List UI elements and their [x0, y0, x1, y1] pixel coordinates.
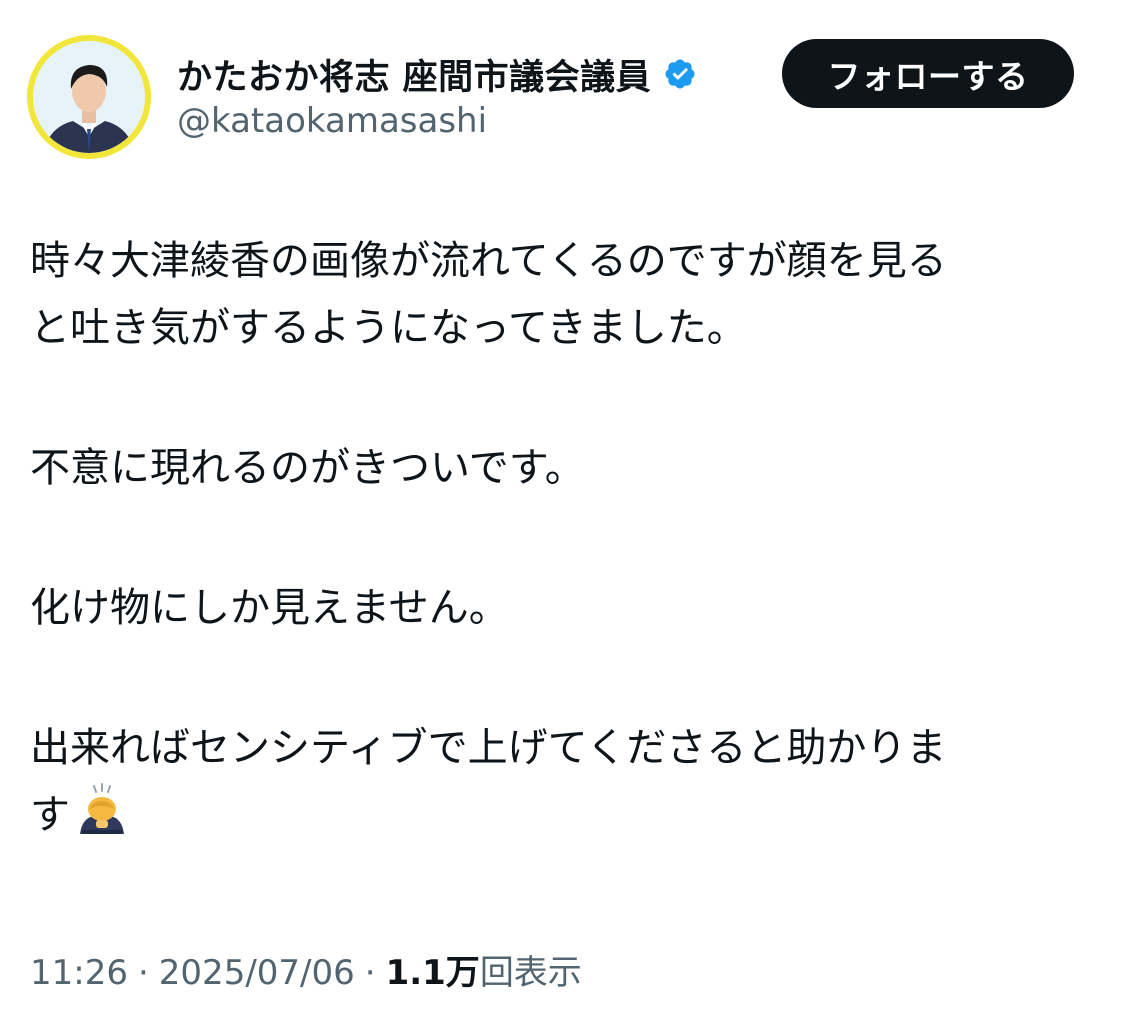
tweet-time[interactable]: 11:26 [30, 953, 128, 993]
verified-badge-icon [665, 59, 695, 89]
tweet-date[interactable]: 2025/07/06 [159, 953, 355, 993]
tweet-text: 時々大津綾香の画像が流れてくるのですが顔を見る と吐き気がするようになってきまし… [30, 228, 1100, 849]
follow-button[interactable]: フォローする [782, 39, 1074, 108]
views-count[interactable]: 1.1万 [386, 945, 480, 994]
avatar[interactable] [27, 35, 151, 159]
display-name: かたおか将志 座間市議会議員 [177, 57, 652, 98]
tweet-line: と吐き気がするようになってきました。 [30, 305, 747, 351]
tweet-line: 化け物にしか見えません。 [30, 585, 509, 631]
meta-separator: · [364, 953, 376, 993]
tweet-header: かたおか将志 座間市議会議員 @kataokamasashi フォローする [0, 0, 1125, 180]
views-label: 回表示 [479, 953, 582, 993]
tweet-meta: 11:26 · 2025/07/06 · 1.1万 回表示 [30, 945, 582, 994]
tweet-line: 出来ればセンシティブで上げてくださると助かりま [30, 725, 947, 771]
meta-separator: · [137, 953, 149, 993]
tweet-line: 時々大津綾香の画像が流れてくるのですが顔を見る [30, 238, 947, 284]
tweet-last-line: す [30, 782, 1100, 849]
person-bowing-emoji-icon [80, 783, 124, 834]
tweet-line: す [30, 792, 70, 838]
avatar-image [33, 41, 145, 153]
author-name-row[interactable]: かたおか将志 座間市議会議員 [177, 50, 697, 98]
tweet-line: 不意に現れるのがきついです。 [30, 445, 585, 491]
author-handle[interactable]: @kataokamasashi [177, 101, 487, 141]
